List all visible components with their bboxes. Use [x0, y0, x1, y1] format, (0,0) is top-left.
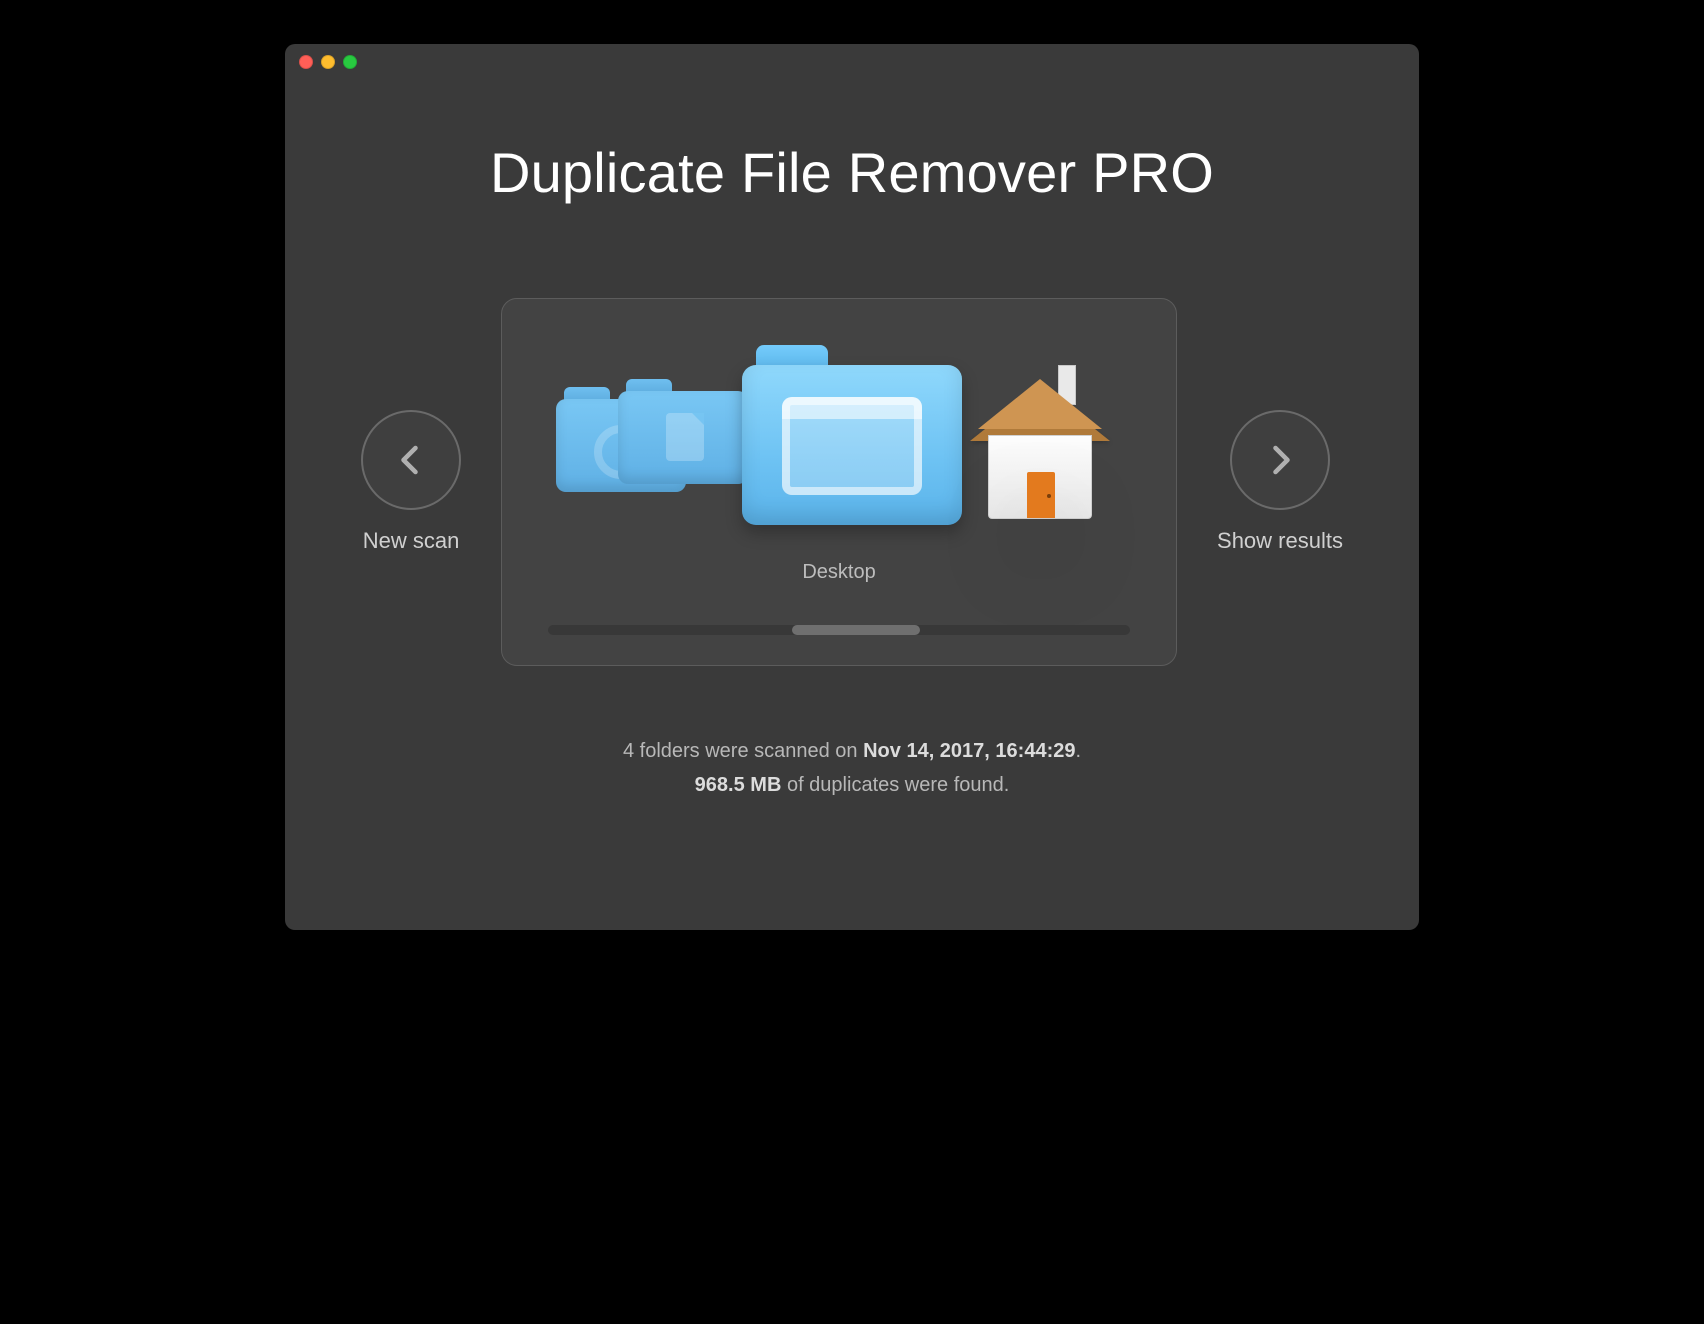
carousel-scrollbar-thumb[interactable] — [792, 625, 920, 635]
carousel-scrollbar[interactable] — [548, 625, 1130, 635]
new-scan-label: New scan — [363, 528, 460, 554]
scan-summary: 4 folders were scanned on Nov 14, 2017, … — [285, 734, 1419, 802]
desktop-folder-icon[interactable] — [742, 345, 962, 525]
scan-summary-datetime: Nov 14, 2017, 16:44:29 — [863, 740, 1075, 762]
window-close-button[interactable] — [299, 55, 313, 69]
scan-summary-suffix2: of duplicates were found. — [781, 774, 1009, 796]
folders-carousel[interactable] — [502, 349, 1176, 549]
scan-summary-line1: 4 folders were scanned on Nov 14, 2017, … — [285, 734, 1419, 768]
show-results-button[interactable]: Show results — [1217, 410, 1343, 554]
current-folder-label: Desktop — [502, 561, 1176, 584]
home-folder-icon[interactable] — [970, 359, 1110, 519]
scan-summary-line2: 968.5 MB of duplicates were found. — [285, 768, 1419, 802]
window-minimize-button[interactable] — [321, 55, 335, 69]
show-results-label: Show results — [1217, 528, 1343, 554]
scanned-folders-card: Desktop — [501, 298, 1177, 666]
chevron-right-icon — [1230, 410, 1330, 510]
scan-summary-prefix: 4 folders were scanned on — [623, 740, 863, 762]
app-title: Duplicate File Remover PRO — [285, 140, 1419, 205]
documents-folder-icon[interactable] — [618, 379, 748, 484]
scan-summary-size: 968.5 MB — [695, 774, 782, 796]
main-row: New scan — [285, 298, 1419, 666]
chevron-left-icon — [361, 410, 461, 510]
new-scan-button[interactable]: New scan — [361, 410, 461, 554]
app-window: Duplicate File Remover PRO New scan — [285, 44, 1419, 930]
titlebar — [285, 44, 1419, 80]
scan-summary-suffix1: . — [1075, 740, 1081, 762]
window-zoom-button[interactable] — [343, 55, 357, 69]
